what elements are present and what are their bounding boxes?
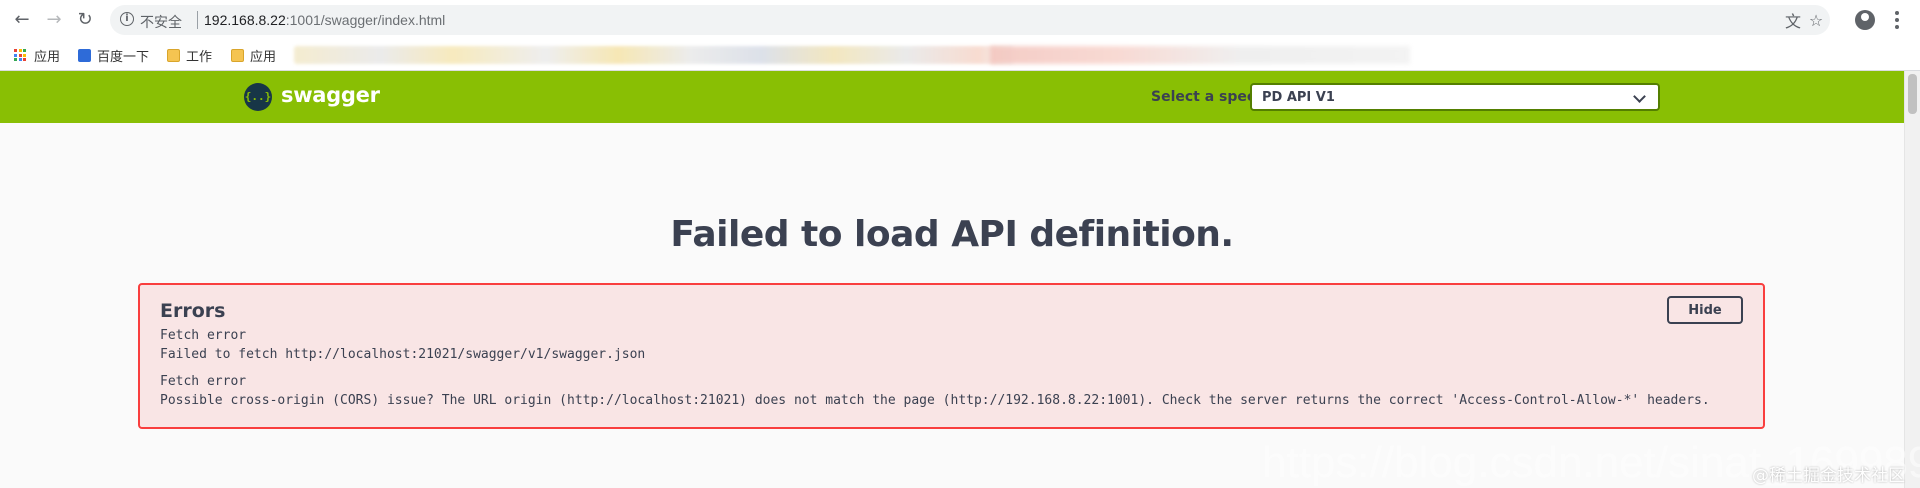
security-label: 不安全 xyxy=(140,14,182,30)
bookmark-baidu[interactable]: 百度一下 xyxy=(78,46,149,64)
translate-icon[interactable]: 文 xyxy=(1783,10,1803,31)
back-arrow-icon[interactable]: ← xyxy=(10,8,34,32)
page-scrollbar[interactable] xyxy=(1904,71,1920,488)
spec-select-value: PD API V1 xyxy=(1262,90,1335,105)
reload-icon[interactable]: ↻ xyxy=(73,8,97,32)
bookmark-label: 应用 xyxy=(250,48,277,64)
folder-icon xyxy=(167,48,180,62)
bookmark-apps-folder[interactable]: 应用 xyxy=(231,46,276,64)
page-title: Failed to load API definition. xyxy=(670,214,1234,255)
errors-panel: Errors Hide Fetch error Failed to fetch … xyxy=(138,283,1765,429)
scrollbar-thumb[interactable] xyxy=(1908,74,1917,114)
error-type: Fetch error xyxy=(160,374,247,389)
bookmark-label: 工作 xyxy=(186,48,213,64)
spec-select[interactable]: PD API V1 xyxy=(1250,83,1660,111)
folder-icon xyxy=(231,48,244,62)
browser-menu-icon[interactable] xyxy=(1892,8,1902,32)
error-message: Failed to fetch http://localhost:21021/s… xyxy=(160,347,646,362)
bookmark-apps[interactable]: 应用 xyxy=(14,46,60,64)
url-text[interactable]: 192.168.8.22:1001/swagger/index.html xyxy=(204,12,445,28)
swagger-logo-icon[interactable]: {..} xyxy=(244,83,272,111)
browser-toolbar: ← → ↻ i 不安全 192.168.8.22:1001/swagger/in… xyxy=(0,0,1920,40)
error-type: Fetch error xyxy=(160,328,247,343)
swagger-topbar: {..} swagger Select a spec PD API V1 xyxy=(0,71,1904,123)
baidu-paw-icon xyxy=(78,48,91,62)
chevron-down-icon xyxy=(1633,90,1646,103)
address-divider xyxy=(197,11,198,29)
profile-avatar-icon[interactable] xyxy=(1855,10,1875,30)
bookmark-label: 应用 xyxy=(34,48,61,64)
error-item: Fetch error Failed to fetch http://local… xyxy=(160,328,645,362)
site-info-icon[interactable]: i xyxy=(120,12,134,26)
url-host: 192.168.8.22 xyxy=(204,12,286,28)
address-bar[interactable]: i 不安全 192.168.8.22:1001/swagger/index.ht… xyxy=(110,5,1830,35)
url-path: :1001/swagger/index.html xyxy=(285,12,446,28)
watermark-credit: @稀土掘金技术社区 xyxy=(1752,466,1905,486)
bookmarks-bar: 应用 百度一下 工作 应用 xyxy=(0,40,1920,71)
apps-grid-icon xyxy=(14,49,26,61)
bookmark-star-icon[interactable]: ☆ xyxy=(1806,10,1826,30)
errors-title: Errors xyxy=(160,300,226,322)
swagger-logo-text[interactable]: swagger xyxy=(281,83,380,107)
forward-arrow-icon[interactable]: → xyxy=(42,8,66,32)
bookmark-label: 百度一下 xyxy=(97,48,150,64)
blurred-bookmarks xyxy=(294,46,1014,64)
error-message: Possible cross-origin (CORS) issue? The … xyxy=(160,393,1710,408)
blurred-bookmarks xyxy=(990,46,1410,64)
spec-label: Select a spec xyxy=(1151,89,1256,105)
error-item: Fetch error Possible cross-origin (CORS)… xyxy=(160,374,1710,408)
hide-button[interactable]: Hide xyxy=(1667,296,1743,324)
bookmark-work[interactable]: 工作 xyxy=(167,46,212,64)
